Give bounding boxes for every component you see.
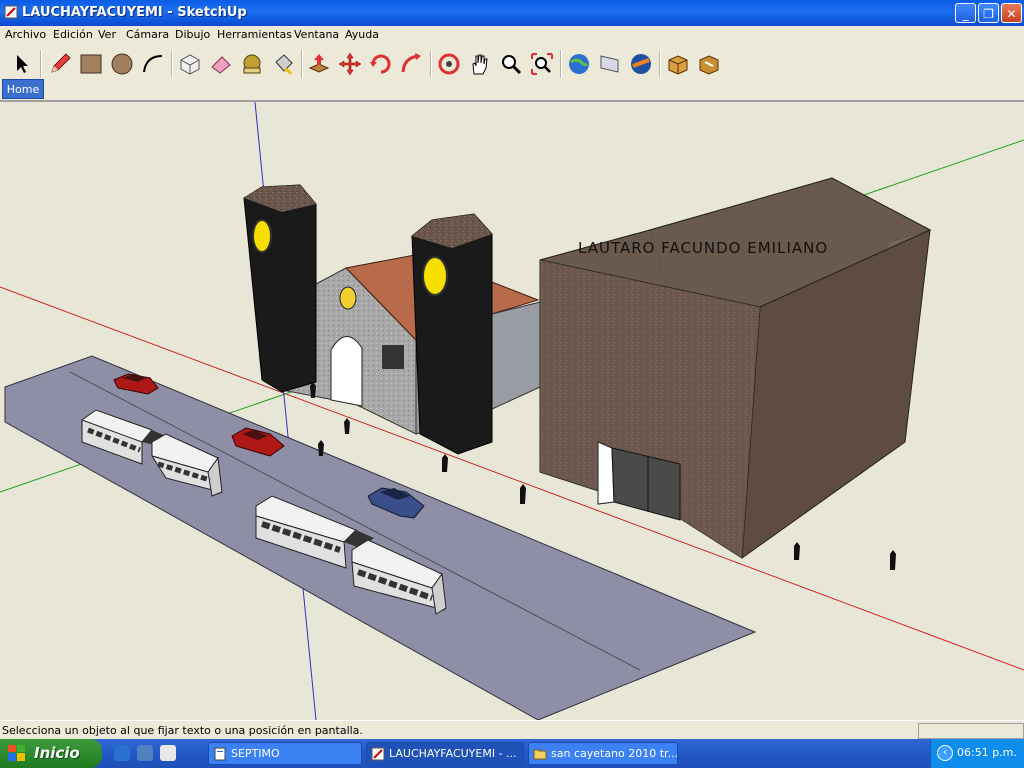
menu-archivo[interactable]: Archivo (5, 28, 46, 41)
menu-herramientas[interactable]: Herramientas (217, 28, 292, 41)
toolbar-separator (659, 50, 661, 78)
toolbar-separator (301, 50, 303, 78)
title-bar: LAUCHAYFACUYEMI - SketchUp _ ❐ ✕ (0, 0, 1024, 26)
paint-bucket-icon[interactable] (271, 52, 295, 76)
document-icon (214, 747, 226, 761)
taskbar-item-septimo[interactable]: SEPTIMO (208, 742, 362, 765)
main-toolbar (0, 44, 1024, 83)
minimize-button[interactable]: _ (955, 3, 976, 23)
brown-hall (539, 177, 932, 560)
taskbar-item-label: SEPTIMO (231, 747, 280, 760)
tab-home[interactable]: Home (2, 79, 44, 99)
sketchup-app-icon (4, 5, 18, 19)
clock[interactable]: 06:51 p.m. (957, 746, 1017, 759)
status-message: Selecciona un objeto al que fijar texto … (2, 724, 363, 737)
clock-face (422, 256, 448, 296)
pan-icon[interactable] (468, 52, 492, 76)
select-icon[interactable] (10, 52, 34, 76)
menu-dibujo[interactable]: Dibujo (175, 28, 210, 41)
tape-measure-icon[interactable] (240, 52, 264, 76)
taskbar-item-label: LAUCHAYFACUYEMI - ... (389, 747, 517, 760)
menu-bar: Archivo Edición Ver Cámara Dibujo Herram… (0, 26, 1024, 44)
get-component-icon[interactable] (666, 52, 690, 76)
measurements-box[interactable] (918, 723, 1024, 739)
model-text-label[interactable]: LAUTARO FACUNDO EMILIANO (578, 239, 828, 257)
scene-canvas[interactable] (0, 102, 1024, 720)
media-player-icon[interactable] (137, 745, 153, 761)
taskbar-item-sketchup[interactable]: LAUCHAYFACUYEMI - ... (366, 742, 524, 765)
church (243, 184, 541, 455)
clock-face (252, 219, 272, 253)
toolbar-separator (430, 50, 432, 78)
rotate-icon[interactable] (369, 52, 393, 76)
zoom-icon[interactable] (499, 52, 523, 76)
circle-icon[interactable] (110, 52, 134, 76)
menu-camara[interactable]: Cámara (126, 28, 169, 41)
church-window (382, 345, 404, 369)
rectangle-icon[interactable] (79, 52, 103, 76)
sketchup-app-icon (371, 747, 385, 761)
maximize-button[interactable]: ❐ (978, 3, 999, 23)
pencil-icon[interactable] (48, 52, 72, 76)
scene-tab-bar (0, 82, 1024, 100)
move-icon[interactable] (338, 52, 362, 76)
google-earth-icon[interactable] (567, 52, 591, 76)
menu-ver[interactable]: Ver (98, 28, 116, 41)
menu-edicion[interactable]: Edición (53, 28, 93, 41)
orbit-icon[interactable] (437, 52, 461, 76)
toolbar-separator (171, 50, 173, 78)
tray-expand-icon[interactable]: ‹ (937, 745, 953, 761)
drawing-viewport[interactable]: LAUTARO FACUNDO EMILIANO (0, 100, 1024, 720)
push-pull-icon[interactable] (307, 52, 331, 76)
zoom-extents-icon[interactable] (530, 52, 554, 76)
close-button[interactable]: ✕ (1001, 3, 1022, 23)
internet-explorer-icon[interactable] (114, 745, 130, 761)
taskbar-item-label: san cayetano 2010 tr... (551, 747, 678, 760)
status-bar: Selecciona un objeto al que fijar texto … (0, 720, 1024, 740)
toolbar-separator (560, 50, 562, 78)
start-button[interactable]: Inicio (0, 739, 102, 768)
share-component-icon[interactable] (697, 52, 721, 76)
eraser-icon[interactable] (209, 52, 233, 76)
get-models-icon[interactable] (629, 52, 653, 76)
windows-taskbar: Inicio SEPTIMO LAUCHAYFACUYEMI - ... san… (0, 739, 1024, 768)
share-model-icon[interactable] (598, 52, 622, 76)
toolbar-separator (40, 50, 42, 78)
arc-icon[interactable] (141, 52, 165, 76)
window-title: LAUCHAYFACUYEMI - SketchUp (22, 5, 247, 20)
make-component-icon[interactable] (178, 52, 202, 76)
taskbar-item-folder[interactable]: san cayetano 2010 tr... (528, 742, 678, 765)
menu-ayuda[interactable]: Ayuda (345, 28, 379, 41)
start-label: Inicio (34, 744, 80, 762)
menu-ventana[interactable]: Ventana (294, 28, 339, 41)
windows-flag-icon (8, 745, 25, 761)
system-tray: ‹ 06:51 p.m. (930, 739, 1024, 768)
quicklaunch-app-icon[interactable] (160, 745, 176, 761)
folder-icon (533, 749, 547, 760)
follow-me-icon[interactable] (400, 52, 424, 76)
